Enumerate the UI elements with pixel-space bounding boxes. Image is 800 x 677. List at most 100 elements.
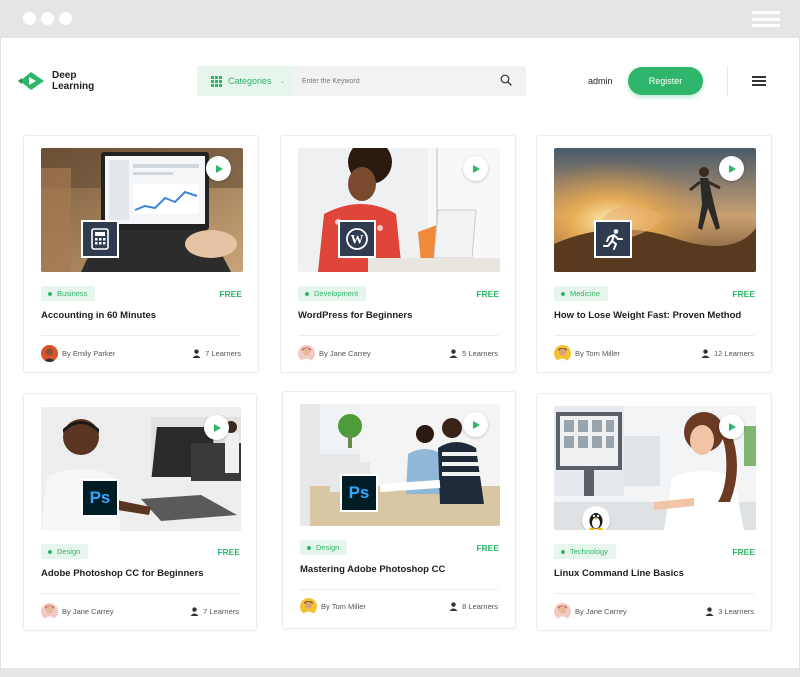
- user-icon: [701, 349, 710, 358]
- play-video-button[interactable]: [463, 156, 488, 181]
- price-label: FREE: [217, 547, 240, 557]
- course-title[interactable]: Adobe Photoshop CC for Beginners: [41, 568, 204, 579]
- card-divider: [298, 335, 498, 336]
- price-label: FREE: [219, 289, 242, 299]
- avatar[interactable]: [300, 598, 317, 615]
- category-tag[interactable]: Technology: [554, 544, 616, 559]
- learners-count-label: 8 Learners: [462, 602, 498, 611]
- grid-icon: [211, 75, 222, 87]
- author-name[interactable]: By Jane Carrey: [319, 349, 371, 358]
- user-icon: [192, 349, 201, 358]
- learners-count: 3 Learners: [705, 607, 754, 616]
- avatar[interactable]: [554, 345, 571, 362]
- course-title[interactable]: How to Lose Weight Fast: Proven Method: [554, 310, 741, 321]
- author-name[interactable]: By Jane Carrey: [62, 607, 114, 616]
- category-tag[interactable]: Medicine: [554, 286, 609, 301]
- register-button[interactable]: Register: [628, 67, 703, 95]
- card-divider: [554, 593, 754, 594]
- avatar[interactable]: [298, 345, 315, 362]
- course-title[interactable]: Accounting in 60 Minutes: [41, 310, 156, 321]
- price-label: FREE: [476, 543, 499, 553]
- card-divider: [41, 335, 241, 336]
- hamburger-menu-icon[interactable]: [752, 76, 766, 86]
- categories-dropdown[interactable]: Categories ⌄: [197, 66, 293, 96]
- brand-logo[interactable]: Deep Learning: [18, 70, 94, 92]
- play-video-button[interactable]: [463, 412, 488, 437]
- photoshop-icon: Ps: [81, 479, 119, 517]
- linux-penguin-icon: [582, 506, 610, 530]
- user-icon: [449, 602, 458, 611]
- chevron-down-icon: ⌄: [279, 78, 286, 85]
- avatar[interactable]: [41, 345, 58, 362]
- wordpress-icon: W: [338, 220, 376, 258]
- learners-count: 7 Learners: [192, 349, 241, 358]
- course-thumbnail[interactable]: [554, 406, 756, 530]
- category-tag[interactable]: Business: [41, 286, 96, 301]
- learners-count-label: 5 Learners: [462, 349, 498, 358]
- svg-text:W: W: [351, 232, 364, 247]
- learners-count-label: 3 Learners: [718, 607, 754, 616]
- course-card[interactable]: Medicine FREE How to Lose Weight Fast: P…: [536, 135, 772, 373]
- browser-bottom-bar: [0, 668, 800, 677]
- category-tag[interactable]: Design: [41, 544, 89, 559]
- course-title[interactable]: WordPress for Beginners: [298, 310, 412, 321]
- course-card[interactable]: Ps Design FREE Adobe Photoshop CC for Be…: [23, 393, 257, 631]
- user-icon: [449, 349, 458, 358]
- avatar[interactable]: [554, 603, 571, 620]
- card-divider: [41, 593, 239, 594]
- avatar[interactable]: [41, 603, 58, 620]
- user-icon: [190, 607, 199, 616]
- card-divider: [300, 589, 498, 590]
- play-video-button[interactable]: [206, 156, 231, 181]
- search-bar: Categories ⌄: [197, 66, 526, 96]
- card-divider: [554, 335, 754, 336]
- author-name[interactable]: By Tom Miller: [575, 349, 620, 358]
- header-divider: [727, 66, 728, 96]
- learners-count: 7 Learners: [190, 607, 239, 616]
- course-card[interactable]: Technology FREE Linux Command Line Basic…: [536, 393, 772, 631]
- course-title[interactable]: Linux Command Line Basics: [554, 568, 684, 579]
- brand-name-line2: Learning: [52, 81, 95, 92]
- learners-count: 8 Learners: [449, 602, 498, 611]
- author-name[interactable]: By Tom Miller: [321, 602, 366, 611]
- price-label: FREE: [732, 547, 755, 557]
- course-thumbnail[interactable]: [41, 148, 243, 272]
- author-name[interactable]: By Jane Carrey: [575, 607, 627, 616]
- price-label: FREE: [476, 289, 499, 299]
- course-thumbnail[interactable]: [554, 148, 756, 272]
- author-name[interactable]: By Emily Parker: [62, 349, 115, 358]
- learners-count: 5 Learners: [449, 349, 498, 358]
- course-thumbnail[interactable]: Ps: [300, 404, 500, 526]
- photoshop-icon: Ps: [340, 474, 378, 512]
- play-logo-icon: [18, 70, 46, 92]
- course-title[interactable]: Mastering Adobe Photoshop CC: [300, 564, 445, 575]
- play-video-button[interactable]: [204, 415, 229, 440]
- window-dot-icon[interactable]: [41, 12, 54, 25]
- user-name-link[interactable]: admin: [588, 76, 613, 86]
- window-dot-icon[interactable]: [23, 12, 36, 25]
- keyword-search-input[interactable]: [302, 66, 492, 96]
- category-tag[interactable]: Design: [300, 540, 348, 555]
- window-dot-icon[interactable]: [59, 12, 72, 25]
- play-video-button[interactable]: [719, 414, 744, 439]
- brand-name-line1: Deep: [52, 70, 77, 81]
- learners-count-label: 7 Learners: [205, 349, 241, 358]
- browser-menu-icon[interactable]: [752, 11, 780, 27]
- categories-label: Categories: [228, 76, 272, 86]
- learners-count-label: 7 Learners: [203, 607, 239, 616]
- calculator-icon: [81, 220, 119, 258]
- course-card[interactable]: Ps Design FREE Mastering Adobe Photoshop…: [282, 391, 516, 629]
- course-thumbnail[interactable]: W: [298, 148, 500, 272]
- course-card[interactable]: Business FREE Accounting in 60 Minutes B…: [23, 135, 259, 373]
- running-icon: [594, 220, 632, 258]
- search-icon[interactable]: [500, 74, 512, 86]
- course-card[interactable]: W Development FREE WordPress for Beginne…: [280, 135, 516, 373]
- user-icon: [705, 607, 714, 616]
- play-video-button[interactable]: [719, 156, 744, 181]
- learners-count: 12 Learners: [701, 349, 754, 358]
- browser-chrome: [0, 0, 800, 38]
- learners-count-label: 12 Learners: [713, 349, 754, 358]
- category-tag[interactable]: Development: [298, 286, 367, 301]
- course-thumbnail[interactable]: Ps: [41, 407, 241, 531]
- price-label: FREE: [732, 289, 755, 299]
